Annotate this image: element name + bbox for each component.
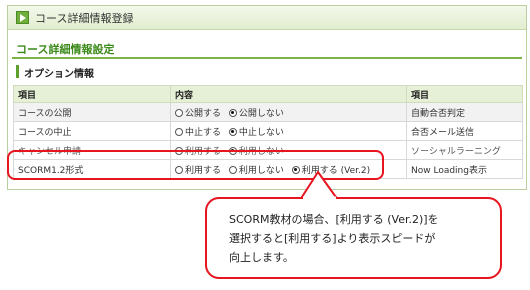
callout-box: SCORM教材の場合、[利用する (Ver.2)]を 選択すると[利用する]より… <box>205 197 502 279</box>
callout-line: 選択すると[利用する]より表示スピードが <box>229 232 436 245</box>
callout-line: SCORM教材の場合、[利用する (Ver.2)]を <box>229 213 439 226</box>
callout-line: 向上します。 <box>229 251 294 264</box>
callout-text: SCORM教材の場合、[利用する (Ver.2)]を 選択すると[利用する]より… <box>229 210 499 267</box>
